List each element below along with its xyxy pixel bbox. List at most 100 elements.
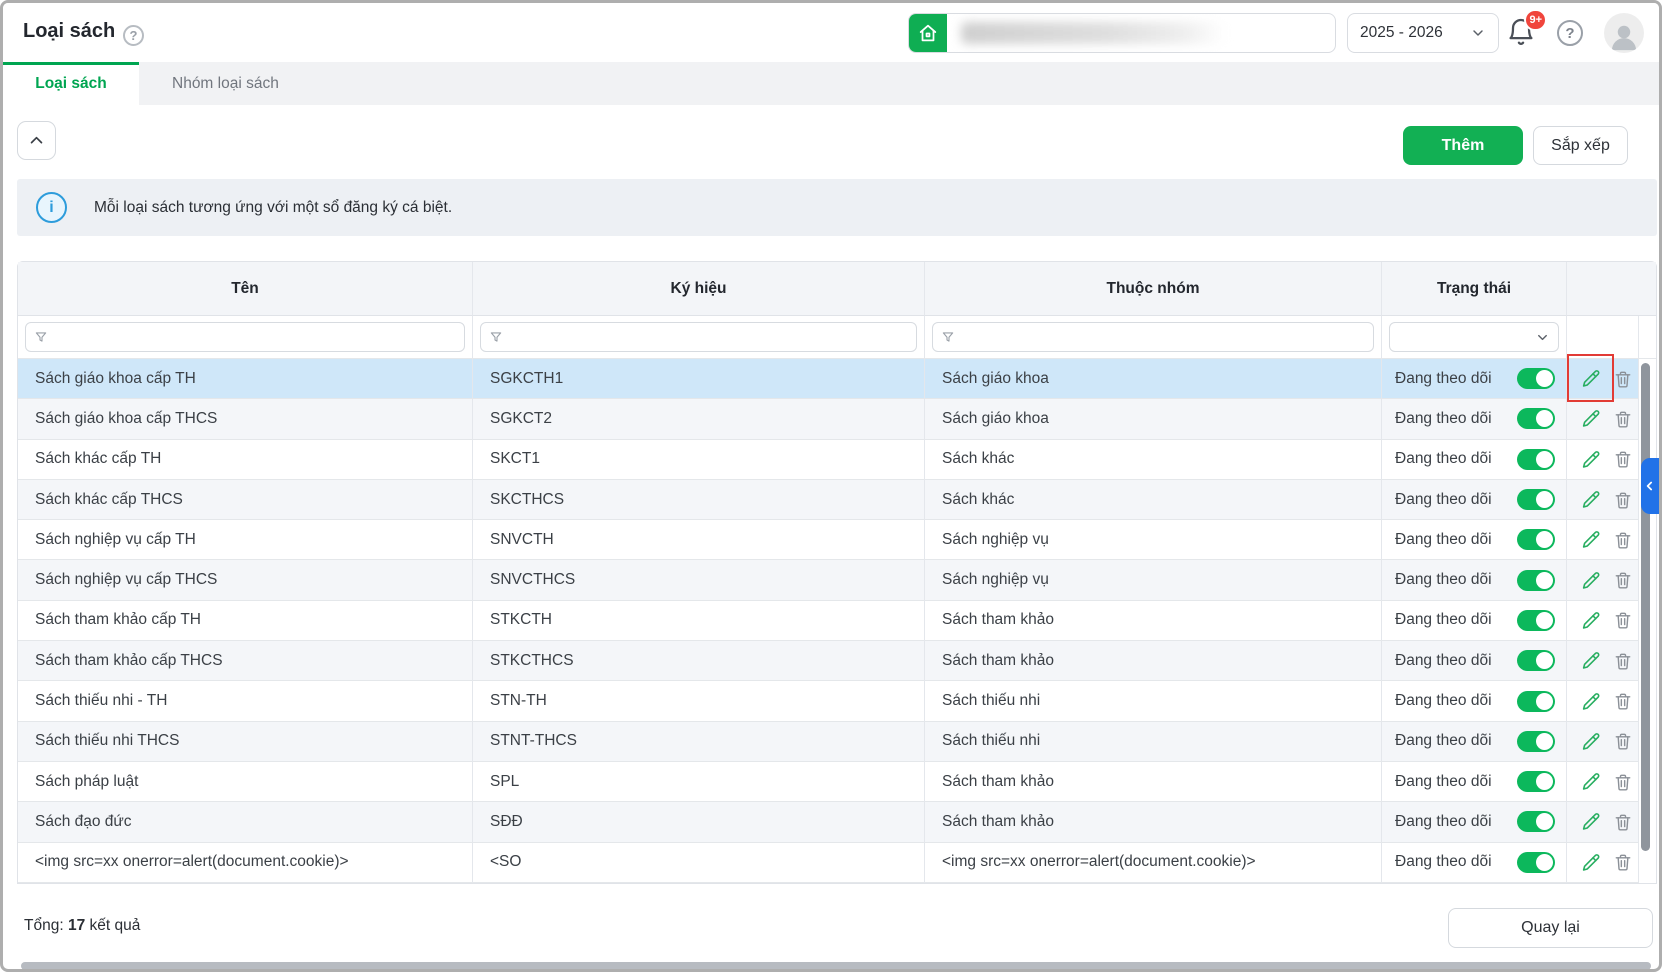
table-row[interactable]: Sách nghiệp vụ cấp THCS SNVCTHCS Sách ng…: [18, 560, 1656, 601]
status-toggle[interactable]: [1517, 690, 1555, 712]
edit-icon[interactable]: [1581, 610, 1602, 631]
tab-nhom-loai-sach[interactable]: Nhóm loại sách: [139, 62, 312, 105]
table-row[interactable]: Sách thiếu nhi - TH STN-TH Sách thiếu nh…: [18, 681, 1656, 722]
collapse-button[interactable]: [17, 121, 56, 160]
column-header-actions: [1567, 262, 1639, 316]
status-toggle[interactable]: [1517, 609, 1555, 631]
edit-icon[interactable]: [1581, 650, 1602, 671]
table-row[interactable]: Sách giáo khoa cấp THCS SGKCT2 Sách giáo…: [18, 399, 1656, 440]
delete-icon[interactable]: [1613, 812, 1633, 832]
delete-icon[interactable]: [1613, 570, 1633, 590]
cell-code: SNVCTHCS: [473, 560, 925, 601]
filter-status-select[interactable]: [1389, 322, 1559, 352]
cell-group: Sách nghiệp vụ: [925, 560, 1382, 601]
add-button[interactable]: Thêm: [1403, 126, 1523, 165]
filter-icon: [34, 330, 48, 344]
status-toggle[interactable]: [1517, 851, 1555, 873]
status-toggle[interactable]: [1517, 448, 1555, 470]
table-row[interactable]: Sách pháp luật SPL Sách tham khảo Đang t…: [18, 761, 1656, 803]
table-row[interactable]: Sách khác cấp THCS SKCTHCS Sách khác Đan…: [18, 479, 1656, 521]
status-toggle[interactable]: [1517, 368, 1555, 390]
edit-icon[interactable]: [1581, 529, 1602, 550]
total-value: 17: [67, 917, 86, 934]
delete-icon[interactable]: [1613, 610, 1633, 630]
edit-icon[interactable]: [1581, 570, 1602, 591]
edit-icon[interactable]: [1581, 449, 1602, 470]
edit-icon[interactable]: [1581, 771, 1602, 792]
column-header-status: Trạng thái: [1382, 262, 1567, 316]
table-row[interactable]: Sách giáo khoa cấp TH SGKCTH1 Sách giáo …: [18, 353, 1656, 402]
status-label: Đang theo dõi: [1395, 732, 1492, 750]
delete-icon[interactable]: [1613, 852, 1633, 872]
filter-name-input[interactable]: [54, 329, 456, 345]
notifications-button[interactable]: 9+: [1505, 9, 1547, 50]
sort-button[interactable]: Sắp xếp: [1533, 126, 1628, 165]
table-row[interactable]: Sách tham khảo cấp TH STKCTH Sách tham k…: [18, 600, 1656, 642]
status-toggle[interactable]: [1517, 529, 1555, 551]
info-banner-text: Mỗi loại sách tương ứng với một sổ đăng …: [94, 198, 453, 216]
status-label: Đang theo dõi: [1395, 812, 1492, 830]
status-toggle[interactable]: [1517, 771, 1555, 793]
home-button[interactable]: [909, 14, 947, 52]
tab-bar: Loại sách Nhóm loại sách: [3, 62, 1659, 105]
status-toggle[interactable]: [1517, 811, 1555, 833]
status-toggle[interactable]: [1517, 489, 1555, 511]
school-year-select[interactable]: 2025 - 2026: [1347, 13, 1499, 53]
delete-icon[interactable]: [1613, 651, 1633, 671]
tab-loai-sach[interactable]: Loại sách: [3, 62, 139, 105]
delete-icon[interactable]: [1613, 731, 1633, 751]
status-toggle[interactable]: [1517, 650, 1555, 672]
status-toggle[interactable]: [1517, 408, 1555, 430]
help-icon[interactable]: ?: [1557, 20, 1583, 46]
horizontal-scrollbar[interactable]: [21, 962, 1651, 969]
vertical-scrollbar[interactable]: [1641, 363, 1650, 851]
column-header-code: Ký hiệu: [473, 262, 925, 316]
table-row[interactable]: Sách tham khảo cấp THCS STKCTHCS Sách th…: [18, 641, 1656, 682]
filter-group-input[interactable]: [961, 329, 1365, 345]
cell-name: Sách thiếu nhi THCS: [18, 721, 473, 762]
status-toggle[interactable]: [1517, 569, 1555, 591]
edit-icon[interactable]: [1581, 811, 1602, 832]
edit-icon[interactable]: [1581, 852, 1602, 873]
delete-icon[interactable]: [1613, 772, 1633, 792]
table-row[interactable]: Sách khác cấp TH SKCT1 Sách khác Đang th…: [18, 439, 1656, 480]
back-button[interactable]: Quay lại: [1448, 908, 1653, 948]
column-header-name: Tên: [18, 262, 473, 316]
cell-code: SPL: [473, 761, 925, 803]
delete-icon[interactable]: [1613, 409, 1633, 429]
status-label: Đang theo dõi: [1395, 530, 1492, 548]
edit-icon[interactable]: [1581, 368, 1602, 389]
filter-code-input[interactable]: [509, 329, 908, 345]
filter-icon: [941, 330, 955, 344]
book-types-table: Tên Ký hiệu Thuộc nhóm Trạng thái Sách g…: [17, 261, 1657, 884]
table-row[interactable]: Sách nghiệp vụ cấp TH SNVCTH Sách nghiệp…: [18, 520, 1656, 561]
total-label: Tổng:: [24, 917, 64, 934]
status-label: Đang theo dõi: [1395, 490, 1492, 508]
filter-row: [18, 316, 1656, 359]
column-header-gutter: [1639, 262, 1656, 316]
delete-icon[interactable]: [1613, 691, 1633, 711]
cell-group: <img src=xx onerror=alert(document.cooki…: [925, 842, 1382, 883]
table-row[interactable]: Sách thiếu nhi THCS STNT-THCS Sách thiếu…: [18, 721, 1656, 762]
delete-icon[interactable]: [1613, 369, 1633, 389]
cell-code: SKCT1: [473, 439, 925, 480]
delete-icon[interactable]: [1613, 449, 1633, 469]
page-help-icon[interactable]: ?: [123, 25, 144, 46]
edit-icon[interactable]: [1581, 408, 1602, 429]
table-row[interactable]: <img src=xx onerror=alert(document.cooki…: [18, 842, 1656, 883]
edit-icon[interactable]: [1581, 691, 1602, 712]
edit-icon[interactable]: [1581, 489, 1602, 510]
table-row[interactable]: Sách đạo đức SĐĐ Sách tham khảo Đang the…: [18, 802, 1656, 843]
cell-name: Sách khác cấp TH: [18, 439, 473, 480]
status-toggle[interactable]: [1517, 730, 1555, 752]
chevron-down-icon: [1535, 330, 1550, 345]
edit-icon[interactable]: [1581, 731, 1602, 752]
school-search-box[interactable]: [908, 13, 1336, 53]
avatar[interactable]: [1604, 13, 1644, 53]
status-label: Đang theo dõi: [1395, 651, 1492, 669]
panel-expand-handle[interactable]: [1641, 458, 1659, 514]
delete-icon[interactable]: [1613, 490, 1633, 510]
cell-group: Sách tham khảo: [925, 641, 1382, 682]
title-bar: Loại sách ? 2025 - 2026 9+ ?: [3, 3, 1659, 62]
delete-icon[interactable]: [1613, 530, 1633, 550]
